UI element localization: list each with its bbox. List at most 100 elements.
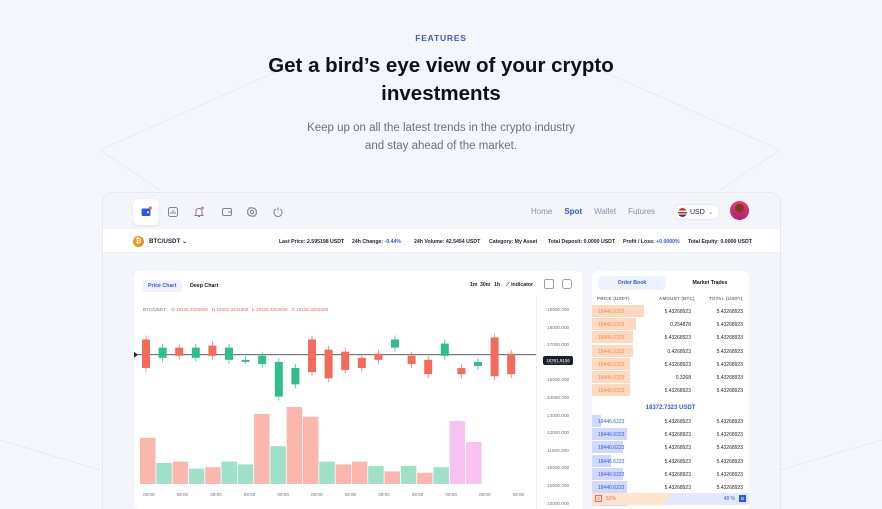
row-amount: 0.254878 xyxy=(670,322,691,329)
row-price: 18446.6223 xyxy=(598,419,625,425)
bid-row[interactable]: 18446.6223 5.43268923 5.43268923 xyxy=(592,441,749,454)
x-tick-label: 09:00 xyxy=(512,492,525,497)
bid-row[interactable]: 18446.6223 5.43268923 5.43268923 xyxy=(592,428,749,441)
ask-row[interactable]: 18446.6223 5.43268923 5.43268923 xyxy=(592,331,749,344)
ask-row[interactable]: 18446.6223 5.43268923 5.43268923 xyxy=(592,305,749,318)
bid-row[interactable]: 18446.6223 5.43268923 5.43268923 xyxy=(592,454,749,468)
volume-bar xyxy=(400,465,417,484)
candle xyxy=(457,368,466,375)
nav-spot[interactable]: Spot xyxy=(564,207,582,216)
row-total: 5.43268923 xyxy=(716,471,743,478)
y-tick-label: 12000.000 xyxy=(547,430,570,436)
tab-market-trades[interactable]: Market Trades xyxy=(676,276,744,290)
hero-title-line-1: Get a bird’s eye view of your crypto xyxy=(268,54,614,77)
volume-bar xyxy=(237,464,254,484)
x-tick-label: 09:00 xyxy=(411,492,424,497)
row-total: 5.43268923 xyxy=(716,445,743,452)
nav-home[interactable]: Home xyxy=(531,207,552,216)
row-price: 18446.6223 xyxy=(598,335,625,342)
nav-futures[interactable]: Futures xyxy=(628,207,655,216)
row-total: 5.43268923 xyxy=(716,458,743,465)
row-price: 18446.6223 xyxy=(598,471,625,478)
volume-bar xyxy=(319,461,335,484)
row-price: 18446.6223 xyxy=(598,432,625,439)
top-nav: Home Spot Wallet Futures xyxy=(531,207,667,216)
y-tick-label: 14000.000 xyxy=(547,395,570,400)
ticker-bar: ₿ BTC/USDT ⌄ Last Price: 2.595198 USDT 2… xyxy=(103,229,780,253)
gear-icon[interactable] xyxy=(240,200,264,224)
row-total: 5.43268923 xyxy=(716,322,743,329)
volume-bar xyxy=(205,467,221,484)
order-book-panel: Order Book Market Trades PRICE (USDT) AM… xyxy=(592,271,749,509)
buy-percent: 48 % xyxy=(723,496,735,502)
row-amount: 5.43268923 xyxy=(664,388,691,395)
y-tick-label: 10000.000 xyxy=(547,465,570,471)
chart-icon[interactable] xyxy=(161,200,185,224)
x-tick-label: 09:00 xyxy=(378,492,390,497)
candle xyxy=(274,361,283,397)
category: Category: My Asset xyxy=(489,239,537,245)
hero-title-line-2: investments xyxy=(381,82,501,105)
volume-value: 42.5454 USDT xyxy=(445,239,481,245)
change-label: 24h Change: xyxy=(352,239,384,245)
ask-row[interactable]: 18446.6223 0.3268 5.43268923 xyxy=(592,371,749,384)
volume-bar xyxy=(188,468,205,484)
bid-row[interactable]: 18446.6223 5.43268923 5.43268923 xyxy=(592,415,749,428)
price-chart-card: Price Chart Deep Chart 1m 30m 1h ⟋ Indic… xyxy=(134,271,582,509)
row-amount: 5.43268923 xyxy=(664,309,691,315)
bid-row[interactable]: 18446.6223 5.43268923 5.43268923 xyxy=(592,467,749,481)
buy-badge: B xyxy=(739,495,746,502)
ask-row[interactable]: 18446.6223 0.4268923 5.43268923 xyxy=(592,344,749,358)
candle xyxy=(424,359,433,375)
candlestick-plot[interactable] xyxy=(134,271,536,509)
tab-order-book[interactable]: Order Book xyxy=(598,276,666,290)
y-tick-label: 18000.000 xyxy=(547,324,570,330)
ask-row[interactable]: 18446.6223 0.254878 5.43268923 xyxy=(592,318,749,331)
row-total: 5.43268923 xyxy=(716,485,743,491)
candle xyxy=(291,368,300,385)
camera-icon[interactable] xyxy=(562,279,572,289)
row-amount: 5.43268923 xyxy=(664,432,691,439)
profit-loss: Profit / Loss: +0.0000% xyxy=(623,239,680,245)
y-tick-label: 13000.000 xyxy=(547,412,570,418)
y-tick-label: 10000.000 xyxy=(547,500,570,506)
ask-row[interactable]: 18446.6223 5.43268923 5.43268923 xyxy=(592,357,749,371)
card-icon[interactable] xyxy=(215,200,239,224)
candle xyxy=(208,345,217,356)
x-tick-label: 09:00 xyxy=(143,492,155,497)
current-price-marker xyxy=(134,351,138,358)
hero-subtitle-line-2: and stay ahead of the market. xyxy=(364,140,518,152)
x-tick-label: 09:00 xyxy=(210,492,222,497)
x-tick-label: 09:00 xyxy=(176,492,189,497)
change-value: -0.44% xyxy=(384,239,402,245)
x-tick-label: 09:00 xyxy=(479,492,491,497)
currency-selector[interactable]: USD ⌄ xyxy=(673,204,720,220)
volume-bar xyxy=(433,467,449,484)
row-price: 18446.6223 xyxy=(598,361,625,368)
col-price: PRICE (USDT) xyxy=(597,296,630,301)
volume-bar xyxy=(172,461,189,484)
nav-wallet[interactable]: Wallet xyxy=(594,207,616,216)
expand-icon[interactable] xyxy=(544,279,554,289)
app-topbar: Home Spot Wallet Futures USD ⌄ xyxy=(103,193,780,229)
row-total: 5.43268923 xyxy=(716,375,743,381)
row-price: 18446.6223 xyxy=(598,445,625,452)
ask-row[interactable]: 18446.6223 5.43268923 5.43268923 xyxy=(592,384,749,397)
volume-bar xyxy=(156,463,172,484)
candle xyxy=(175,347,184,356)
power-icon[interactable] xyxy=(266,200,290,224)
volume-bar xyxy=(368,465,384,484)
pl-label: Profit / Loss: xyxy=(623,239,655,245)
x-tick-label: 09:00 xyxy=(243,492,256,497)
avatar[interactable] xyxy=(730,201,749,220)
col-amount: AMOUNT (BTC) xyxy=(659,296,695,301)
equity-value: 0.0000 USDT xyxy=(720,239,752,245)
pair-selector[interactable]: BTC/USDT ⌄ xyxy=(149,238,187,245)
candle xyxy=(374,353,383,360)
deposit-value: 0.0000 USDT xyxy=(583,239,616,245)
bell-icon[interactable] xyxy=(187,200,211,224)
candle xyxy=(440,343,449,356)
y-tick-label: 11000.000 xyxy=(547,447,569,453)
wallet-icon[interactable] xyxy=(133,199,159,225)
row-price: 18446.6223 xyxy=(598,458,625,465)
